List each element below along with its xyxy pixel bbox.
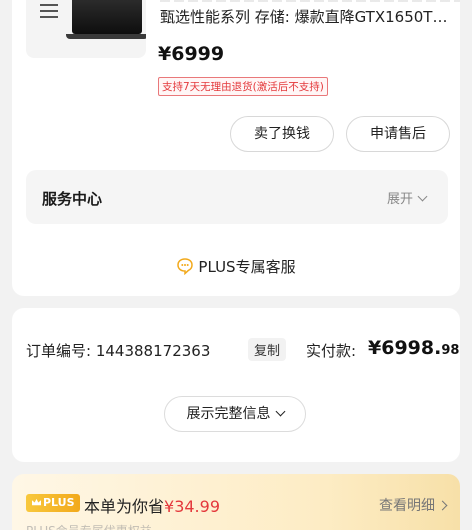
service-center-label: 服务中心: [42, 190, 103, 208]
order-number: 144388172363: [95, 342, 211, 360]
plus-service-label: PLUS专属客服: [198, 258, 296, 276]
product-thumbnail[interactable]: [26, 0, 146, 58]
paid-amount: ¥6998.98: [368, 337, 460, 359]
copy-button[interactable]: 复制: [248, 338, 287, 361]
chevron-down-icon: [275, 406, 285, 417]
chat-bubble-icon: [176, 257, 194, 276]
order-row: 订单编号: 144388172363 复制 实付款: ¥6998.98: [26, 337, 459, 362]
show-full-info-button[interactable]: 展示完整信息: [164, 396, 306, 432]
service-center[interactable]: 服务中心 展开: [26, 170, 448, 224]
plus-badge: PLUS: [26, 494, 80, 512]
product-card: 甄选性能系列 存储: 爆款直降GTX1650T… ¥6999 支持7天无理由退货…: [12, 0, 460, 296]
savings-text: 本单为你省¥34.99: [84, 497, 220, 516]
order-info-card: 订单编号: 144388172363 复制 实付款: ¥6998.98 展示完整…: [12, 308, 460, 462]
plus-savings-banner[interactable]: PLUS 本单为你省¥34.99 查看明细 PLUS会员专属优惠权益: [12, 474, 460, 530]
laptop-icon: [72, 0, 142, 34]
menu-lines-icon: [40, 0, 60, 20]
view-details-link[interactable]: 查看明细: [379, 495, 448, 515]
return-policy-tag: 支持7天无理由退货(激活后不支持): [158, 77, 328, 96]
expand-label: 展开: [386, 192, 413, 207]
plus-customer-service[interactable]: PLUS专属客服: [12, 256, 460, 277]
chevron-down-icon: [417, 191, 428, 202]
crown-icon: [32, 498, 41, 506]
sell-for-cash-button[interactable]: 卖了换钱: [230, 116, 334, 152]
savings-amount: ¥34.99: [164, 497, 220, 516]
paid-label: 实付款:: [306, 342, 357, 360]
expand-toggle[interactable]: 展开: [386, 188, 428, 207]
product-title[interactable]: 甄选性能系列 存储: 爆款直降GTX1650T…: [160, 6, 460, 27]
chevron-right-icon: [437, 500, 448, 511]
plus-subtext: PLUS会员专属优惠权益: [26, 522, 152, 530]
order-number-label: 订单编号:: [26, 342, 92, 360]
product-price: ¥6999: [158, 43, 225, 65]
apply-after-sale-button[interactable]: 申请售后: [346, 116, 450, 152]
